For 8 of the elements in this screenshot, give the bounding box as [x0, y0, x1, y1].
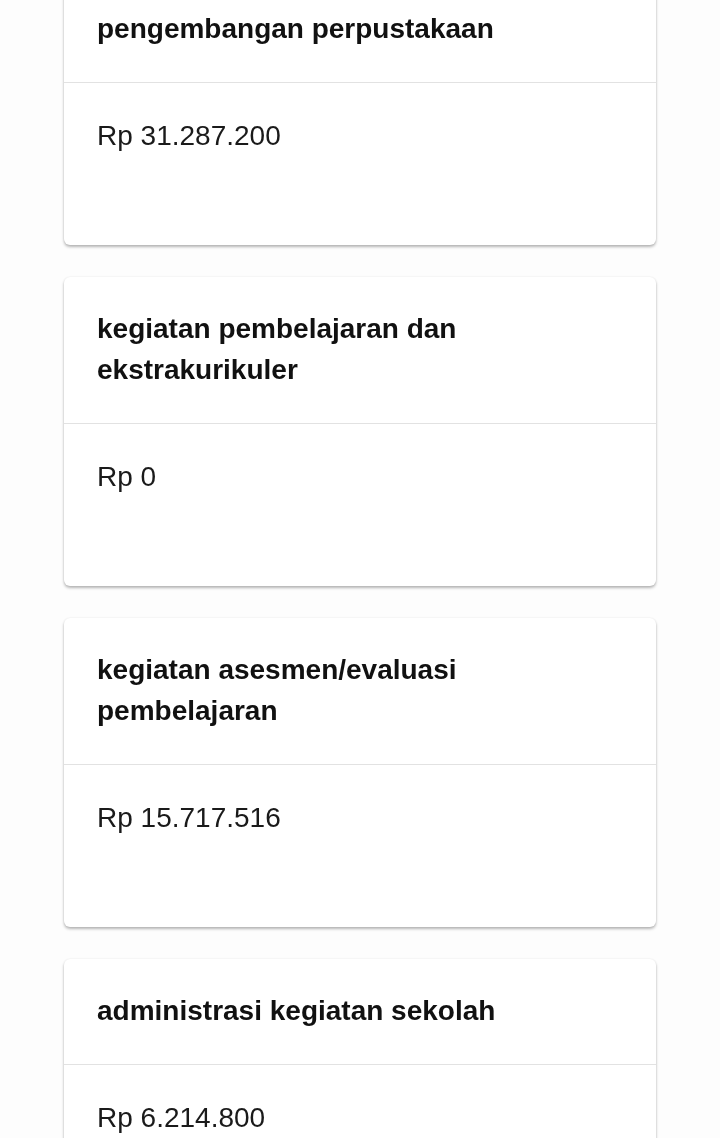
- card-title: pengembangan perpustakaan: [97, 12, 495, 46]
- card-title: kegiatan pembelajaran dan ekstrakurikuler: [97, 312, 458, 387]
- amount-text: Rp 0: [97, 460, 158, 494]
- amount-text: Rp 15.717.516: [97, 801, 282, 835]
- card-title: kegiatan asesmen/evaluasi pembelajaran: [97, 653, 458, 728]
- amount-text: Rp 6.214.800: [97, 1101, 267, 1135]
- card-title: administrasi kegiatan sekolah: [97, 994, 497, 1028]
- amount-text: Rp 31.287.200: [97, 119, 282, 153]
